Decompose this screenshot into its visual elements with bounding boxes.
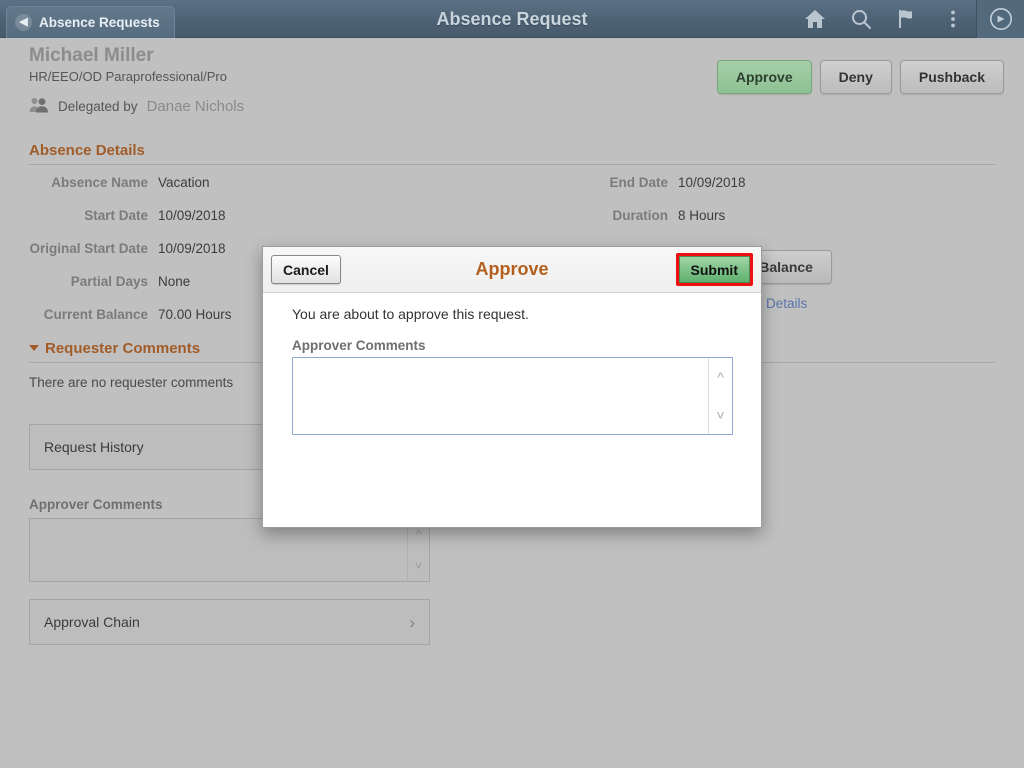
- modal-textarea-scrollbar[interactable]: ^ ˅: [708, 358, 732, 434]
- field-current-balance: Current Balance 70.00 Hours: [0, 307, 232, 322]
- approve-button[interactable]: Approve: [716, 60, 812, 94]
- deny-button[interactable]: Deny: [819, 60, 892, 94]
- no-requester-comments-text: There are no requester comments: [29, 375, 234, 390]
- field-original-start-date: Original Start Date 10/09/2018: [0, 241, 226, 256]
- field-label: Current Balance: [43, 307, 148, 322]
- delegated-by-label: Delegated by: [58, 99, 138, 114]
- field-value: Vacation: [158, 175, 210, 190]
- field-label: Duration: [612, 208, 669, 223]
- field-label: Partial Days: [70, 274, 148, 289]
- field-duration: Duration 8 Hours: [520, 208, 726, 223]
- modal-submit-button[interactable]: Submit: [678, 256, 750, 283]
- requester-comments-heading[interactable]: Requester Comments: [29, 340, 200, 357]
- approver-comments-input[interactable]: [293, 358, 709, 434]
- approve-modal: Cancel Approve Submit You are about to a…: [262, 246, 762, 528]
- kebab-menu-icon[interactable]: [930, 0, 976, 38]
- approver-comments-bg-label: Approver Comments: [29, 497, 163, 512]
- home-icon[interactable]: [792, 0, 838, 38]
- scroll-down-icon[interactable]: ˅: [415, 559, 423, 572]
- absence-details-divider: [29, 164, 995, 165]
- field-label: Start Date: [84, 208, 148, 223]
- delegated-by-row: Delegated by Danae Nichols: [29, 97, 244, 116]
- scroll-up-icon[interactable]: ^: [415, 528, 421, 541]
- back-to-absence-requests-button[interactable]: ◀ Absence Requests: [6, 5, 175, 38]
- field-label: Absence Name: [51, 175, 148, 190]
- flag-icon[interactable]: [884, 0, 930, 38]
- modal-message: You are about to approve this request.: [292, 306, 529, 322]
- scroll-down-icon[interactable]: ˅: [716, 408, 724, 422]
- field-partial-days: Partial Days None: [0, 274, 191, 289]
- chevron-right-icon: ›: [409, 612, 415, 632]
- absence-details-heading: Absence Details: [29, 142, 145, 159]
- collapse-triangle-icon: [29, 345, 39, 351]
- field-start-date: Start Date 10/09/2018: [0, 208, 226, 223]
- nav-compass-icon[interactable]: [976, 0, 1024, 38]
- header-icon-group: [792, 0, 1024, 38]
- delegator-name: Danae Nichols: [146, 98, 245, 115]
- modal-cancel-button[interactable]: Cancel: [271, 255, 341, 284]
- employee-name: Michael Miller: [29, 45, 154, 66]
- approval-chain-row[interactable]: Approval Chain ›: [29, 599, 430, 645]
- details-link[interactable]: Details: [766, 296, 807, 311]
- field-value: 10/09/2018: [158, 241, 226, 256]
- field-value: 10/09/2018: [678, 175, 746, 190]
- scroll-up-icon[interactable]: ^: [717, 370, 724, 384]
- textarea-scrollbar[interactable]: ^ ˅: [407, 519, 429, 581]
- employee-subheader: Michael Miller HR/EEO/OD Paraprofessiona…: [0, 38, 1024, 130]
- absence-request-page: ◀ Absence Requests Absence Request Micha…: [0, 0, 1024, 768]
- requester-comments-label: Requester Comments: [45, 340, 201, 357]
- group-people-icon: [29, 97, 49, 116]
- field-value: 70.00 Hours: [158, 307, 232, 322]
- top-header-bar: ◀ Absence Requests Absence Request: [0, 0, 1024, 38]
- back-button-label: Absence Requests: [39, 14, 160, 30]
- modal-approver-comments-label: Approver Comments: [292, 338, 426, 353]
- field-label: End Date: [609, 175, 668, 190]
- field-absence-name: Absence Name Vacation: [0, 175, 210, 190]
- pushback-button[interactable]: Pushback: [899, 60, 1004, 94]
- approval-chain-label: Approval Chain: [44, 614, 140, 630]
- field-value: 8 Hours: [678, 208, 726, 223]
- modal-approver-comments-field[interactable]: ^ ˅: [292, 357, 733, 435]
- field-label: Original Start Date: [29, 241, 148, 256]
- submit-highlight-ring: Submit: [675, 253, 753, 286]
- search-icon[interactable]: [838, 0, 884, 38]
- modal-header: Cancel Approve Submit: [263, 247, 761, 293]
- chevron-left-icon: ◀: [15, 13, 32, 31]
- request-history-label: Request History: [44, 439, 144, 455]
- employee-job-title: HR/EEO/OD Paraprofessional/Pro: [29, 69, 227, 84]
- approval-action-buttons: Approve Deny Pushback: [716, 60, 1004, 94]
- field-value: None: [158, 274, 191, 289]
- field-end-date: End Date 10/09/2018: [520, 175, 746, 190]
- field-value: 10/09/2018: [158, 208, 226, 223]
